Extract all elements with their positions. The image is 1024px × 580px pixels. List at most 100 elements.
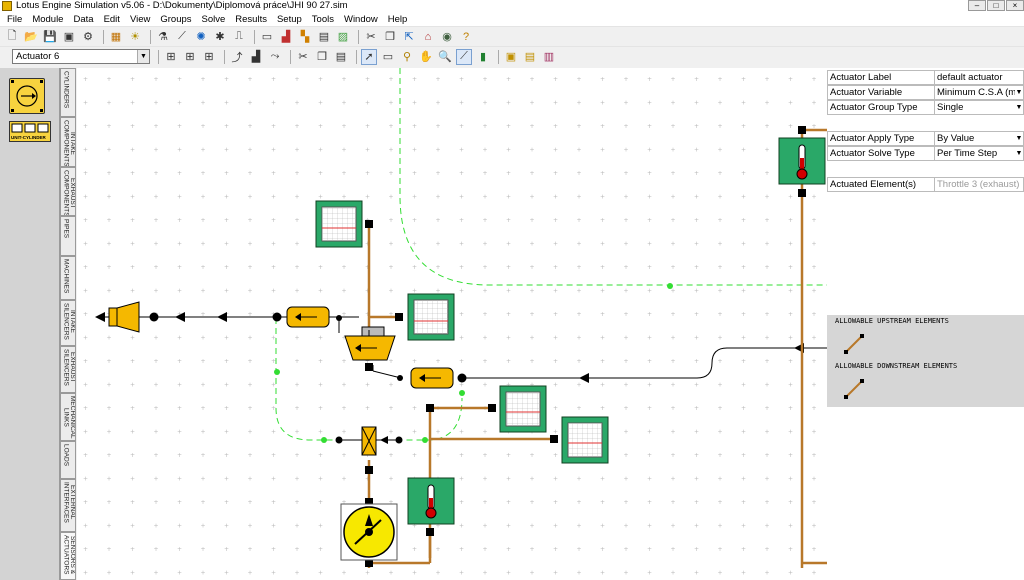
image-icon[interactable]: ▨ (335, 29, 351, 45)
menu-solve[interactable]: Solve (197, 14, 231, 25)
tab-exhaust-components[interactable]: EXHAUST COMPONENTS (60, 167, 76, 216)
paste-icon[interactable]: ▤ (333, 49, 349, 65)
plenum-component-2[interactable] (410, 367, 454, 389)
actuator-solve-type-select[interactable]: Per Time Step ▼ (934, 146, 1024, 161)
grid-align-icon[interactable]: ⊞ (201, 49, 217, 65)
chevron-down-icon[interactable]: ▼ (1015, 101, 1023, 114)
report-icon[interactable]: ⎍ (231, 29, 247, 45)
plot-sensor-4[interactable] (561, 416, 609, 464)
model-icon[interactable]: ✱ (212, 29, 228, 45)
plot-sensor-2[interactable] (407, 293, 455, 341)
settings-icon[interactable]: ⚙ (80, 29, 96, 45)
pan-hand-icon[interactable]: ✋ (418, 49, 434, 65)
unit-actuator-palette-item[interactable] (9, 78, 45, 114)
actuator-variable-select[interactable]: Minimum C.S.A (mm) ▼ (934, 85, 1024, 100)
pipe-link-icon[interactable]: ⤳ (267, 49, 283, 65)
menu-tools[interactable]: Tools (307, 14, 339, 25)
grid-snap-icon[interactable]: ⊞ (182, 49, 198, 65)
junction-node[interactable] (149, 312, 159, 322)
green-box-icon[interactable]: ▮ (475, 49, 491, 65)
export-icon[interactable]: ⇱ (401, 29, 417, 45)
bar-chart-icon[interactable]: ▟ (248, 49, 264, 65)
tab-exhaust-silencers[interactable]: EXHAUST SILENCERS (60, 346, 76, 393)
menu-view[interactable]: View (125, 14, 155, 25)
model-diagram[interactable]: + (77, 68, 827, 580)
menu-data[interactable]: Data (68, 14, 98, 25)
menu-module[interactable]: Module (27, 14, 68, 25)
junction-node[interactable] (272, 312, 282, 322)
open-folder-icon[interactable]: 📂 (23, 29, 39, 45)
page-icon[interactable]: ▭ (259, 29, 275, 45)
link-node[interactable] (459, 390, 465, 396)
graph-icon[interactable]: ⟋ (174, 29, 190, 45)
tab-sensors-actuators[interactable]: SENSORS & ACTUATORS (60, 532, 76, 580)
scissors-icon[interactable]: ✂ (363, 29, 379, 45)
grid-icon[interactable]: ⊞ (163, 49, 179, 65)
connect-icon[interactable]: ⟋ (456, 48, 472, 65)
cut-icon[interactable]: ✂ (295, 49, 311, 65)
chevron-down-icon[interactable]: ▼ (1015, 86, 1023, 99)
colorful-chart-icon[interactable]: ▚ (297, 29, 313, 45)
cap-icon[interactable]: ⌂ (420, 29, 436, 45)
tab-external-interfaces[interactable]: EXTERNAL INTERFACES (60, 479, 76, 532)
link-node[interactable] (274, 369, 280, 375)
zoom-icon[interactable]: 🔍 (437, 49, 453, 65)
tab-mechanical-links[interactable]: MECHANICAL LINKS (60, 393, 76, 441)
link-node[interactable] (422, 437, 428, 443)
link-node[interactable] (667, 283, 673, 289)
actuator-gauge-component[interactable] (340, 503, 398, 561)
world-icon[interactable]: ◉ (439, 29, 455, 45)
results-icon[interactable]: ▤ (316, 29, 332, 45)
tab-loads[interactable]: LOADS (60, 441, 76, 479)
yellow-folder-icon[interactable]: ▤ (522, 49, 538, 65)
tab-cylinders[interactable]: CYLINDERS (60, 68, 76, 117)
menu-window[interactable]: Window (339, 14, 383, 25)
chart-icon[interactable]: ▟ (278, 29, 294, 45)
book-icon[interactable]: ▥ (541, 49, 557, 65)
thermometer-sensor-1[interactable] (407, 477, 455, 525)
save-all-icon[interactable]: ▣ (61, 29, 77, 45)
plenum-component-1[interactable] (286, 306, 330, 328)
menu-results[interactable]: Results (230, 14, 272, 25)
chevron-down-icon[interactable]: ▼ (1015, 132, 1023, 145)
unit-cylinder-palette-item[interactable]: UNIT-CYLINDER (9, 121, 51, 142)
minimize-button[interactable]: – (968, 0, 986, 11)
lasso-icon[interactable]: ⚲ (399, 49, 415, 65)
help-icon[interactable]: ? (458, 29, 474, 45)
atom-icon[interactable]: ✺ (193, 29, 209, 45)
menu-edit[interactable]: Edit (99, 14, 125, 25)
new-file-icon[interactable]: 🗋 (4, 29, 20, 45)
flask-icon[interactable]: ⚗ (155, 29, 171, 45)
copy-icon[interactable]: ❐ (382, 29, 398, 45)
menu-groups[interactable]: Groups (155, 14, 196, 25)
tab-intake-components[interactable]: INTAKE COMPONENTS (60, 117, 76, 167)
menu-help[interactable]: Help (383, 14, 413, 25)
junction-node[interactable] (397, 375, 403, 381)
solver-icon[interactable]: ▦ (108, 29, 124, 45)
tab-intake-silencers[interactable]: INTAKE SILENCERS (60, 300, 76, 346)
tab-pipes[interactable]: PIPES (60, 216, 76, 256)
plot-sensor-3[interactable] (499, 385, 547, 433)
junction-node[interactable] (336, 315, 342, 321)
lightbulb-icon[interactable]: ☀ (127, 29, 143, 45)
save-icon[interactable]: 💾 (42, 29, 58, 45)
menu-setup[interactable]: Setup (272, 14, 307, 25)
copy-icon[interactable]: ❐ (314, 49, 330, 65)
yellow-block-icon[interactable]: ▣ (503, 49, 519, 65)
link-icon[interactable]: ⤴ (229, 49, 245, 65)
chevron-down-icon[interactable]: ▼ (1015, 147, 1023, 160)
chevron-down-icon[interactable]: ▼ (137, 50, 149, 63)
actuator-group-type-select[interactable]: Single ▼ (934, 100, 1024, 115)
rectangle-select-icon[interactable]: ▭ (380, 49, 396, 65)
actuator-select[interactable]: Actuator 6 ▼ (12, 49, 150, 64)
actuator-label-field[interactable]: default actuator (934, 70, 1024, 85)
pointer-icon[interactable]: ➚ (361, 48, 377, 65)
plot-sensor-1[interactable] (315, 200, 363, 248)
close-button[interactable]: × (1006, 0, 1024, 11)
tab-machines[interactable]: MACHINES (60, 256, 76, 300)
actuator-apply-type-select[interactable]: By Value ▼ (934, 131, 1024, 146)
link-node[interactable] (321, 437, 327, 443)
model-canvas[interactable]: + (77, 68, 827, 580)
maximize-button[interactable]: □ (987, 0, 1005, 11)
junction-node[interactable] (457, 373, 467, 383)
